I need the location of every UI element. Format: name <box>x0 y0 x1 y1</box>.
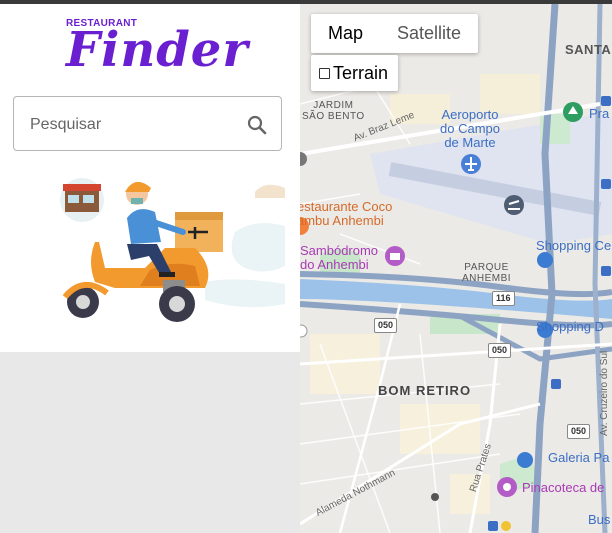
label-bus[interactable]: Bus <box>588 513 610 527</box>
map-view[interactable]: Map Satellite Terrain SANTA JARDIM SÃO B… <box>300 4 612 533</box>
delivery-scooter-illustration <box>60 178 285 322</box>
search-input[interactable] <box>28 109 242 141</box>
search-field[interactable] <box>13 96 282 151</box>
label-parque-anhembi: PARQUE ANHEMBI <box>462 262 512 284</box>
museum-pin-icon[interactable] <box>497 477 517 497</box>
map-type-control: Map Satellite <box>311 14 479 53</box>
label-aeroporto[interactable]: Aeroporto do Campo de Marte <box>440 108 500 150</box>
label-pinacoteca[interactable]: Pinacoteca de <box>522 481 604 495</box>
terrain-toggle[interactable]: Terrain <box>311 55 399 91</box>
road-shield-050: 050 <box>488 343 512 358</box>
terrain-label: Terrain <box>333 62 389 83</box>
side-panel: RESTAURANT Finder <box>0 4 300 352</box>
logo-title: Finder <box>66 22 249 78</box>
label-shopping-ce[interactable]: Shopping Ce <box>536 239 611 253</box>
road-shield-050: 050 <box>567 424 591 439</box>
label-bom-retiro: BOM RETIRO <box>378 383 472 398</box>
map-type-satellite-button[interactable]: Satellite <box>380 14 478 53</box>
airport-icon[interactable] <box>461 154 481 174</box>
search-icon[interactable] <box>245 113 269 137</box>
map-type-map-button[interactable]: Map <box>311 14 380 53</box>
label-jardim-sao-bento: JARDIM SÃO BENTO <box>302 100 365 122</box>
label-praca[interactable]: Pra <box>589 107 609 121</box>
stadium-pin-icon[interactable] <box>385 246 405 266</box>
label-sambodromo[interactable]: Sambódromo do Anhembi <box>300 244 378 272</box>
label-shopping-d[interactable]: Shopping D <box>536 320 604 334</box>
label-santa: SANTA <box>565 42 612 57</box>
departure-icon[interactable] <box>504 195 524 215</box>
label-av-cruzeiro-do-sul: Av. Cruzeiro do Sul <box>599 350 610 436</box>
road-shield-116: 116 <box>492 291 515 306</box>
park-pin-icon[interactable] <box>563 102 583 122</box>
label-galeria[interactable]: Galeria Pa <box>548 451 609 465</box>
terrain-checkbox[interactable] <box>319 67 330 79</box>
road-shield-050: 050 <box>374 318 398 333</box>
label-restaurante-coco-bambu[interactable]: estaurante Coco ambu Anhembi <box>300 200 392 228</box>
